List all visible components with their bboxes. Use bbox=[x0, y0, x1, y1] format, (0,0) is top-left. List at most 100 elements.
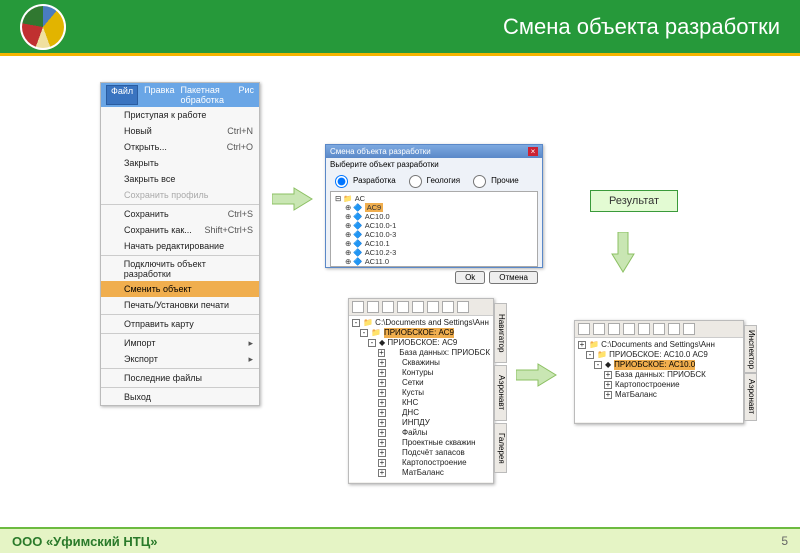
menu-item-label: Сохранить как... bbox=[124, 225, 192, 235]
tool-icon[interactable] bbox=[668, 323, 680, 335]
menu-item[interactable]: Закрыть bbox=[101, 155, 259, 171]
close-x-icon bbox=[107, 157, 119, 169]
flow-arrow-down-icon bbox=[610, 232, 636, 274]
menu-tab-etc[interactable]: Рис bbox=[238, 85, 254, 105]
flow-arrow-icon bbox=[516, 362, 558, 388]
tool-icon[interactable] bbox=[397, 301, 409, 313]
tree-body[interactable]: - 📁 C:\Documents and Settings\Анн- 📁 ПРИ… bbox=[349, 316, 493, 482]
side-tab-navigator[interactable]: Навигатор bbox=[494, 303, 507, 363]
menu-items: Приступая к работе Новый Ctrl+N Открыть... C… bbox=[101, 107, 259, 405]
menu-item[interactable]: Новый Ctrl+N bbox=[101, 123, 259, 139]
navigator-before-panel: Навигатор Аэронавт Галерея - 📁 C:\Docume… bbox=[348, 298, 494, 484]
menu-item-label: Экспорт bbox=[124, 354, 158, 364]
menu-item[interactable]: Печать/Установки печати bbox=[101, 297, 259, 313]
close-icon[interactable]: × bbox=[528, 147, 538, 156]
menu-item-label: Отправить карту bbox=[124, 319, 194, 329]
print-icon bbox=[107, 299, 119, 311]
menu-item[interactable]: Открыть... Ctrl+O bbox=[101, 139, 259, 155]
menu-item[interactable]: Последние файлы bbox=[101, 370, 259, 386]
menu-item-label: Выход bbox=[124, 392, 151, 402]
result-label: Результат bbox=[590, 190, 678, 212]
menu-item-label: Сохранить профиль bbox=[124, 190, 208, 200]
cancel-button[interactable]: Отмена bbox=[489, 271, 538, 284]
flow-arrow-icon bbox=[272, 186, 314, 212]
tool-icon[interactable] bbox=[593, 323, 605, 335]
tool-icon[interactable] bbox=[457, 301, 469, 313]
menu-tab-file[interactable]: Файл bbox=[106, 85, 138, 105]
menu-shortcut: Ctrl+N bbox=[227, 126, 253, 136]
menu-item-label: Последние файлы bbox=[124, 373, 202, 383]
tool-icon[interactable] bbox=[412, 301, 424, 313]
menu-item[interactable]: Начать редактирование bbox=[101, 238, 259, 254]
side-tab-aeronavt[interactable]: Аэронавт bbox=[494, 365, 507, 421]
tree-body[interactable]: + 📁 C:\Documents and Settings\Анн- 📁 ПРИ… bbox=[575, 338, 743, 422]
menu-item[interactable]: Экспорт ▸ bbox=[101, 351, 259, 367]
blank-icon bbox=[107, 189, 119, 201]
tab-dev[interactable]: Разработка bbox=[330, 172, 396, 188]
menu-item[interactable]: СохранитьCtrl+S bbox=[101, 206, 259, 222]
menu-shortcut: Shift+Ctrl+S bbox=[204, 225, 253, 235]
save-as-icon bbox=[107, 224, 119, 236]
new-icon bbox=[107, 125, 119, 137]
open-icon bbox=[107, 141, 119, 153]
blank-icon bbox=[107, 353, 119, 365]
recent-icon bbox=[107, 372, 119, 384]
menu-item[interactable]: Отправить карту bbox=[101, 316, 259, 332]
tab-geo[interactable]: Геология bbox=[404, 172, 460, 188]
save-icon bbox=[107, 208, 119, 220]
tool-icon[interactable] bbox=[638, 323, 650, 335]
submenu-arrow-icon: ▸ bbox=[248, 354, 253, 365]
change-object-dialog: Смена объекта разработки × Выберите объе… bbox=[325, 144, 543, 268]
menu-item-label: Закрыть все bbox=[124, 174, 175, 184]
blank-icon bbox=[107, 173, 119, 185]
tool-icon[interactable] bbox=[653, 323, 665, 335]
menu-item-label: Открыть... bbox=[124, 142, 167, 152]
menu-item-label: Сохранить bbox=[124, 209, 169, 219]
tool-icon[interactable] bbox=[427, 301, 439, 313]
menu-tab-batch[interactable]: Пакетная обработка bbox=[181, 85, 233, 105]
side-tab-inspector[interactable]: Инспектор bbox=[744, 325, 757, 373]
tool-icon[interactable] bbox=[382, 301, 394, 313]
side-tab-gallery[interactable]: Галерея bbox=[494, 423, 507, 473]
menu-item-label: Импорт bbox=[124, 338, 155, 348]
blank-icon bbox=[107, 337, 119, 349]
menu-item[interactable]: Сохранить профиль bbox=[101, 187, 259, 203]
menu-item-label: Новый bbox=[124, 126, 152, 136]
tool-icon[interactable] bbox=[367, 301, 379, 313]
menu-item-label: Закрыть bbox=[124, 158, 159, 168]
ok-button[interactable]: Ok bbox=[455, 271, 485, 284]
menu-item[interactable]: Выход bbox=[101, 389, 259, 405]
menu-item[interactable]: Подключить объект разработки bbox=[101, 257, 259, 281]
tool-icon[interactable] bbox=[352, 301, 364, 313]
swap-icon bbox=[107, 283, 119, 295]
page-number: 5 bbox=[781, 534, 788, 548]
menu-item-label: Печать/Установки печати bbox=[124, 300, 229, 310]
dialog-tabs: Разработка Геология Прочие bbox=[326, 171, 542, 189]
menu-item[interactable]: Сменить объект bbox=[101, 281, 259, 297]
menu-item[interactable]: Сохранить как... Shift+Ctrl+S bbox=[101, 222, 259, 238]
slide-title: Смена объекта разработки bbox=[503, 14, 780, 40]
menu-bar: Файл Правка Пакетная обработка Рис bbox=[101, 83, 259, 107]
menu-item[interactable]: Закрыть все bbox=[101, 171, 259, 187]
menu-tab-edit[interactable]: Правка bbox=[144, 85, 174, 105]
tool-icon[interactable] bbox=[578, 323, 590, 335]
tool-icon[interactable] bbox=[623, 323, 635, 335]
menu-item-label: Сменить объект bbox=[124, 284, 192, 294]
dialog-titlebar: Смена объекта разработки × bbox=[326, 145, 542, 158]
side-tab-aeronavt2[interactable]: Аэронавт bbox=[744, 373, 757, 421]
navigator-after-panel: Инспектор Аэронавт + 📁 C:\Documents and … bbox=[574, 320, 744, 424]
footer: ООО «Уфимский НТЦ» 5 bbox=[0, 527, 800, 553]
menu-shortcut: Ctrl+O bbox=[227, 142, 253, 152]
tab-other[interactable]: Прочие bbox=[468, 172, 519, 188]
menu-item[interactable]: Импорт ▸ bbox=[101, 335, 259, 351]
dialog-subtitle: Выберите объект разработки bbox=[326, 158, 542, 171]
menu-item[interactable]: Приступая к работе bbox=[101, 107, 259, 123]
dialog-title: Смена объекта разработки bbox=[330, 147, 431, 156]
object-tree[interactable]: ⊟ 📁 АС⊕ 🔷 АС9⊕ 🔷 АС10.0⊕ 🔷 АС10.0-1⊕ 🔷 А… bbox=[330, 191, 538, 267]
plug-icon bbox=[107, 263, 119, 275]
tool-icon[interactable] bbox=[608, 323, 620, 335]
tool-icon[interactable] bbox=[683, 323, 695, 335]
tool-icon[interactable] bbox=[442, 301, 454, 313]
submenu-arrow-icon: ▸ bbox=[248, 338, 253, 349]
pencil-icon bbox=[107, 240, 119, 252]
